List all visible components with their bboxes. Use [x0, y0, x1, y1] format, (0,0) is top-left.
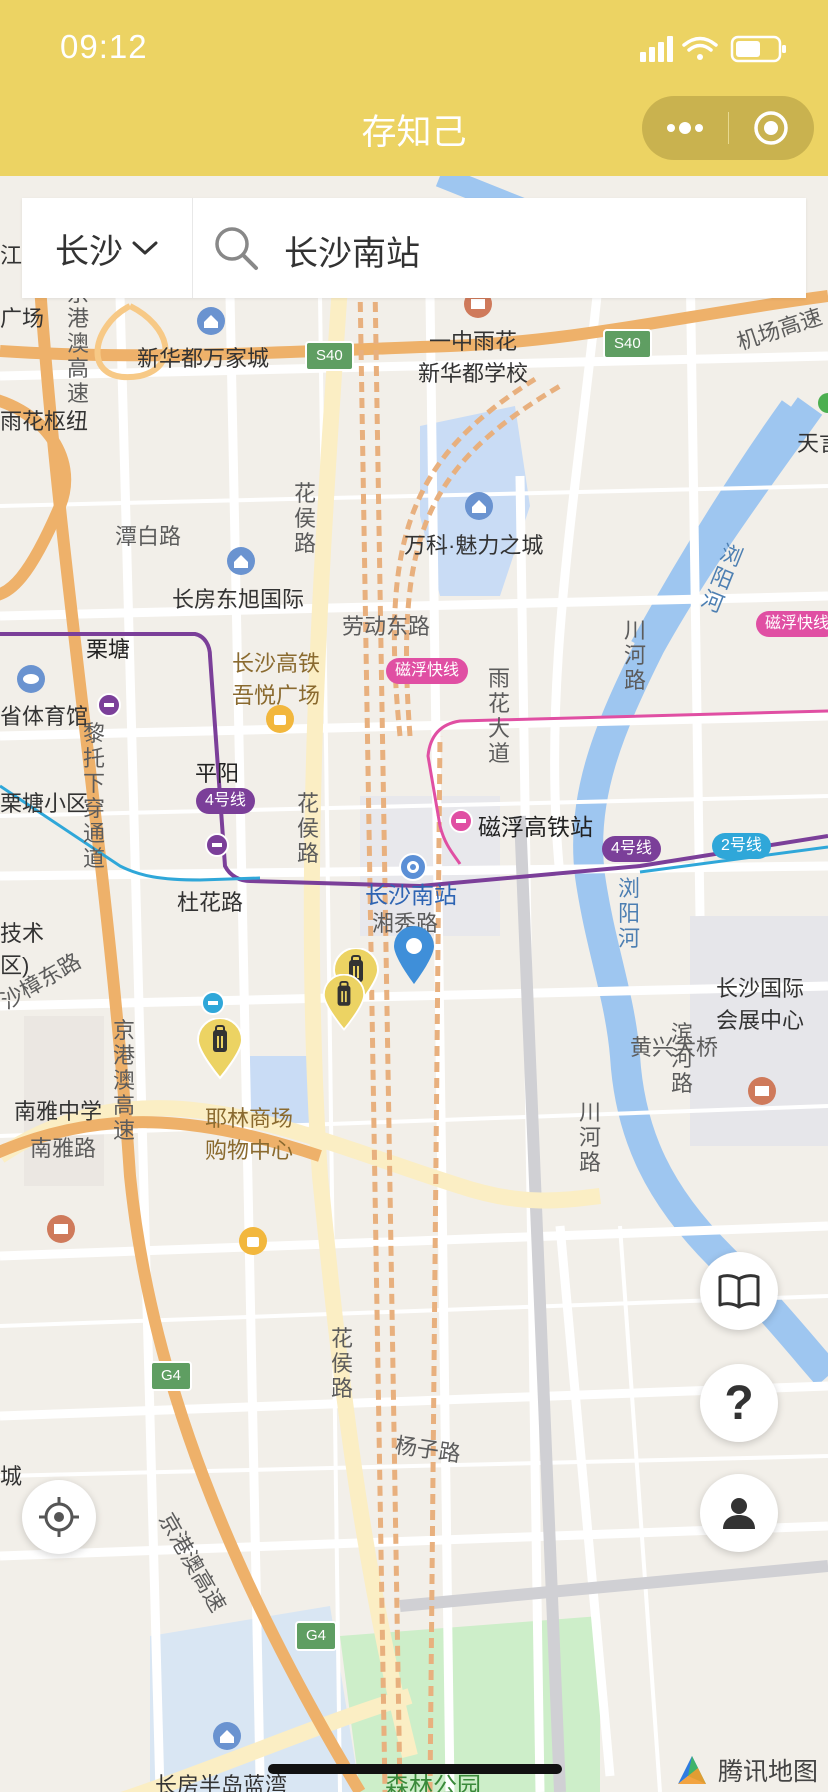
poi-label: 南雅中学 [14, 1099, 103, 1124]
road-label: 劳动东路 [342, 614, 431, 639]
divider [192, 198, 193, 298]
road-label: 花侯路 [330, 1326, 353, 1401]
locate-me-button[interactable] [22, 1480, 96, 1554]
g4-shield: G4 [295, 1621, 338, 1651]
metro-station-icon [205, 833, 229, 857]
road-label: 川河路 [623, 618, 646, 693]
metro-station-label: 平阳 [195, 761, 240, 786]
app-root: 09:12 存知己 S40 S40 G4 G4 港澳高速 京港澳高速 京港澳高速… [0, 0, 828, 1792]
status-icons [640, 35, 786, 63]
map-view[interactable]: S40 S40 G4 G4 京港澳高速 京港澳高速 京港澳高速 机场高速 潭白路… [0, 176, 828, 1792]
shopping-icon [239, 1227, 267, 1255]
building-icon [465, 492, 493, 520]
road-label: 南雅路 [30, 1136, 97, 1161]
destination-pin-icon[interactable] [392, 926, 436, 986]
road-label: 雨花大道 [487, 666, 510, 766]
brand-text: 腾讯地图 [717, 1758, 818, 1786]
search-icon [215, 227, 258, 270]
poi-label: 技术 区) [0, 921, 45, 978]
poi-label: 长沙国际 会展中心 [716, 976, 805, 1033]
shopping-icon [266, 705, 294, 733]
record-circle-icon [754, 111, 788, 145]
road-label: 川河路 [578, 1100, 601, 1175]
park-icon [818, 393, 828, 413]
road-label: 黄兴大桥 [630, 1035, 719, 1060]
poi-label: 耶林商场 购物中心 [205, 1106, 294, 1163]
metro-line-badge: 磁浮快线 [756, 611, 828, 637]
locate-icon [39, 1497, 79, 1537]
poi-label: 栗塘小区 [0, 791, 89, 816]
poi-label: 一中雨花 新华都学校 [418, 329, 529, 386]
metro-station-icon [97, 693, 121, 717]
metro-line-badge: 4号线 [196, 788, 255, 814]
profile-button[interactable] [700, 1474, 778, 1552]
poi-label: 天言 [797, 431, 828, 456]
metro-station-label: 栗塘 [86, 637, 131, 662]
help-button[interactable]: ? [700, 1364, 778, 1442]
stadium-icon [17, 665, 45, 693]
poi-label: 长房东旭国际 [172, 587, 305, 612]
poi-label: 新华都万家城 [137, 346, 270, 371]
road-label: 花侯路 [293, 481, 316, 556]
search-bar: 长沙 长沙南站 [22, 198, 806, 298]
poi-label: 省体育馆 [0, 704, 89, 729]
road-label: 京港澳高速 [112, 1018, 135, 1143]
poi-label: 城 [0, 1464, 23, 1489]
building-icon [227, 547, 255, 575]
status-time: 09:12 [60, 28, 148, 65]
poi-label: 雨花枢纽 [0, 409, 89, 434]
city-selector[interactable]: 长沙 [22, 198, 192, 298]
g4-shield: G4 [150, 1361, 193, 1391]
question-mark-icon: ? [724, 1376, 754, 1430]
city-label: 长沙 [55, 232, 123, 271]
road-label: 潭白路 [115, 524, 182, 549]
home-indicator [268, 1764, 562, 1774]
road-label: 杜花路 [177, 890, 244, 915]
poi-label: 万科·魅力之城 [404, 533, 544, 558]
person-icon [723, 1498, 755, 1529]
tencent-map-logo-icon [677, 1756, 706, 1784]
signal-icon [640, 36, 673, 62]
top-header: 09:12 存知己 [0, 0, 828, 176]
chevron-down-icon [132, 241, 158, 255]
poi-label: 广场 [0, 306, 45, 331]
poi-label: 长房半岛蓝湾 [155, 1773, 288, 1792]
poi-label: 江 [0, 243, 23, 268]
luggage-marker-icon[interactable] [322, 974, 366, 1032]
maglev-station-icon [449, 809, 473, 833]
metro-line-badge: 磁浮快线 [386, 658, 469, 684]
school-icon [47, 1215, 75, 1243]
miniprogram-capsule [642, 96, 814, 160]
building-icon [197, 307, 225, 335]
guide-book-button[interactable] [700, 1252, 778, 1330]
station-label: 磁浮高铁站 [478, 814, 593, 840]
rail-station-icon [399, 853, 427, 881]
luggage-marker-icon[interactable] [196, 1018, 244, 1080]
metro-line-badge: 4号线 [602, 836, 661, 862]
poi-label: 长沙高铁 吾悦广场 [232, 651, 321, 708]
map-brand: 腾讯地图 [674, 1752, 818, 1788]
building-icon [213, 1722, 241, 1750]
book-icon [718, 1274, 760, 1309]
s40-shield: S40 [305, 341, 354, 371]
wifi-icon [682, 36, 718, 60]
road-label: 花侯路 [296, 791, 319, 866]
battery-icon [730, 35, 786, 63]
river-label: 浏阳河 [617, 876, 640, 951]
more-button[interactable] [642, 96, 728, 160]
close-miniprogram-button[interactable] [728, 96, 814, 160]
expo-icon [748, 1077, 776, 1105]
metro-line-badge: 2号线 [712, 833, 771, 859]
search-input[interactable]: 长沙南站 [284, 226, 420, 275]
more-dots-icon [667, 122, 703, 134]
road-label: 京港澳高速 [66, 281, 89, 406]
metro-station-icon [201, 991, 225, 1015]
s40-shield: S40 [603, 329, 652, 359]
